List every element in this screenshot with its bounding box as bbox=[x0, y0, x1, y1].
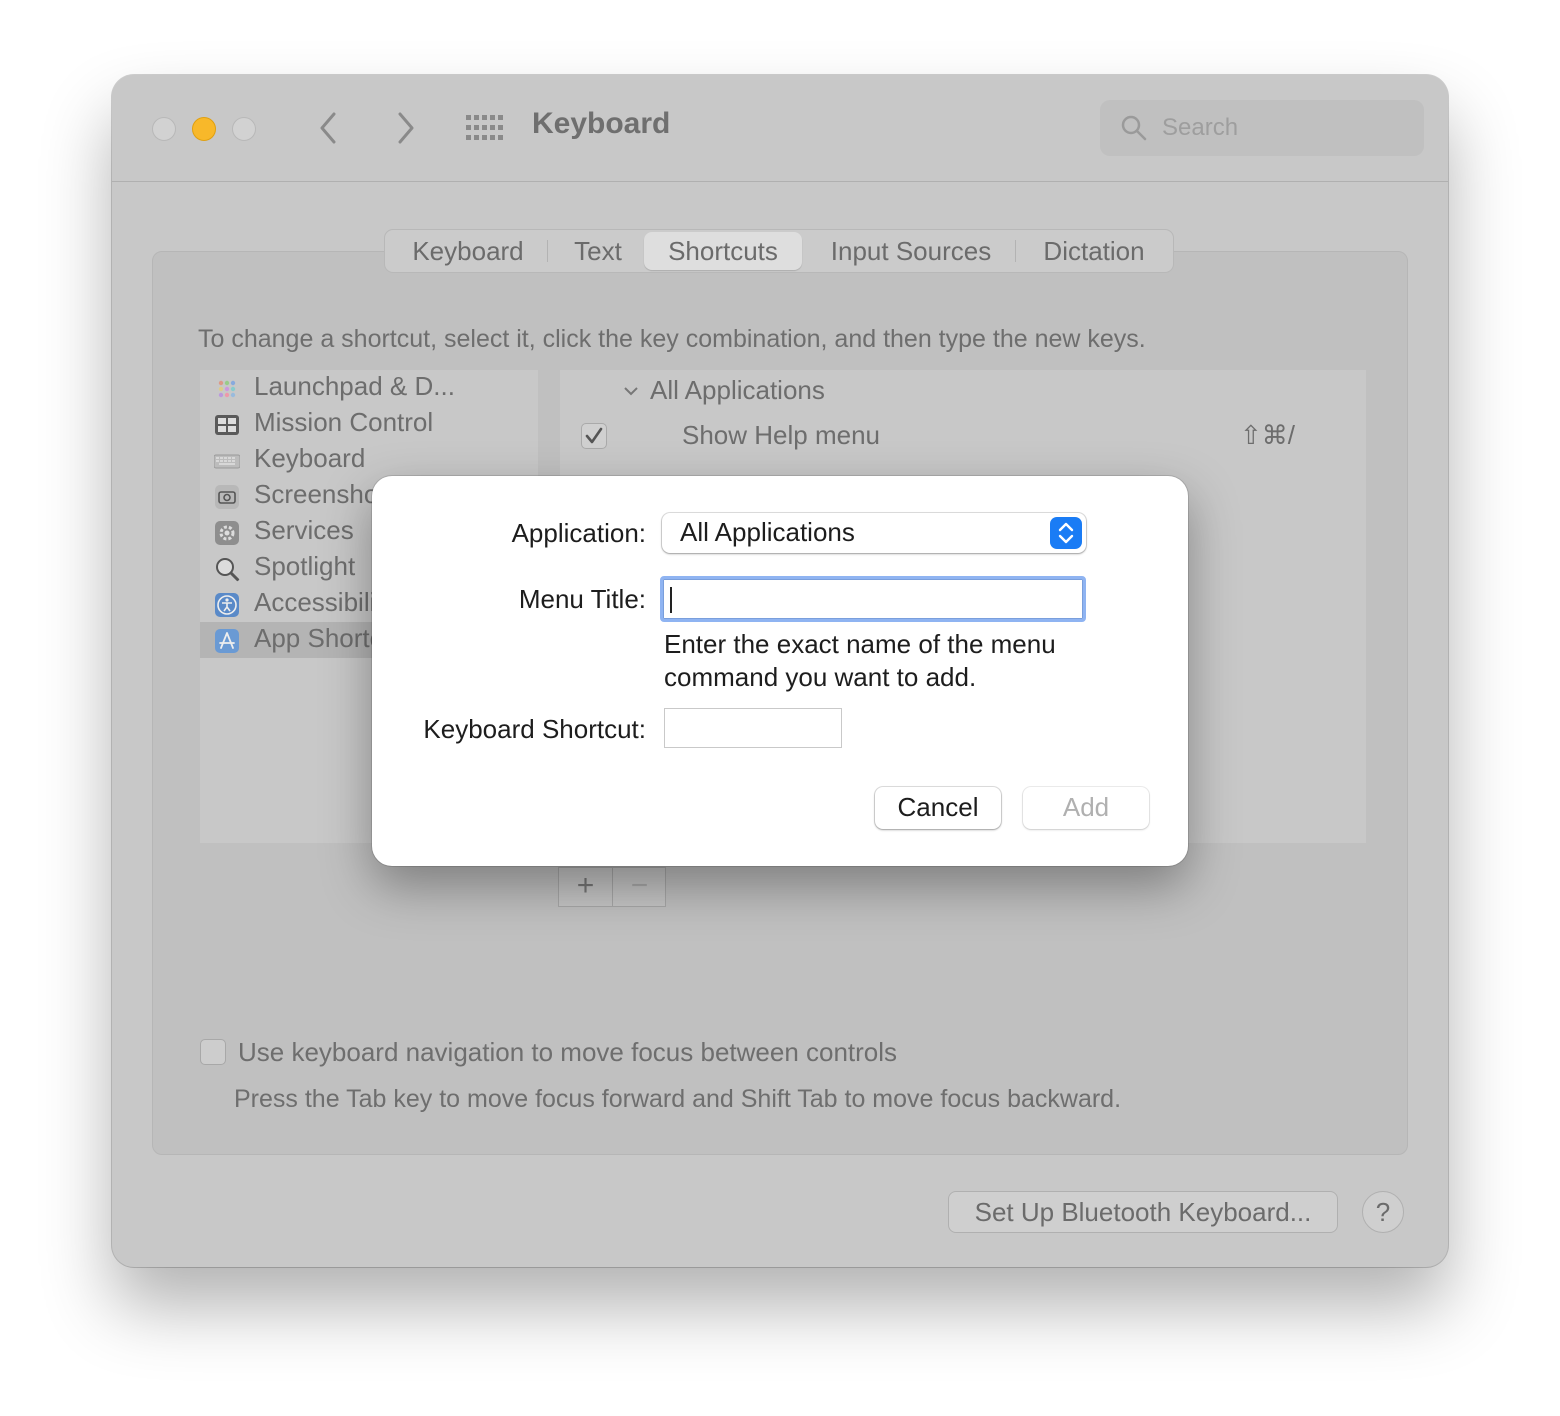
category-label: Keyboard bbox=[254, 443, 366, 473]
back-button[interactable] bbox=[310, 105, 350, 151]
shortcut-keys[interactable]: ⇧⌘/ bbox=[1240, 420, 1295, 451]
chevron-right-icon bbox=[398, 112, 414, 144]
chevron-left-icon bbox=[320, 112, 336, 144]
application-popup[interactable]: All Applications bbox=[662, 513, 1086, 553]
launchpad-icon bbox=[218, 380, 236, 398]
remove-shortcut-button[interactable]: − bbox=[613, 868, 666, 906]
menu-title-hint: Enter the exact name of the menu command… bbox=[664, 629, 1056, 692]
gear-icon bbox=[215, 521, 239, 545]
menu-title-field[interactable] bbox=[660, 576, 1086, 622]
tab-text[interactable]: Text bbox=[551, 230, 645, 272]
tab-divider bbox=[1015, 240, 1016, 262]
keyboard-navigation-checkbox[interactable] bbox=[200, 1039, 226, 1065]
title-bar: Keyboard Search bbox=[112, 75, 1448, 182]
category-label: Spotlight bbox=[254, 551, 356, 581]
group-label: All Applications bbox=[650, 375, 825, 405]
add-shortcut-button[interactable]: + bbox=[559, 868, 612, 906]
keyboard-navigation-label[interactable]: Use keyboard navigation to move focus be… bbox=[238, 1037, 897, 1068]
keyboard-icon bbox=[214, 454, 240, 469]
tab-input-sources[interactable]: Input Sources bbox=[813, 230, 1009, 272]
chevron-down-icon[interactable] bbox=[622, 384, 640, 398]
window-title: Keyboard bbox=[532, 107, 671, 140]
app-store-icon bbox=[215, 629, 239, 653]
shortcut-row-label[interactable]: Show Help menu bbox=[682, 420, 880, 451]
application-popup-value: All Applications bbox=[680, 517, 855, 547]
screenshot-icon bbox=[215, 485, 239, 509]
category-launchpad[interactable]: Launchpad & D... bbox=[200, 370, 538, 406]
tab-keyboard[interactable]: Keyboard bbox=[391, 230, 545, 272]
keyboard-navigation-help: Press the Tab key to move focus forward … bbox=[234, 1085, 1122, 1113]
keyboard-shortcut-label: Keyboard Shortcut: bbox=[423, 714, 646, 744]
minimize-button[interactable] bbox=[192, 117, 216, 141]
category-label: Launchpad & D... bbox=[254, 371, 455, 401]
forward-button[interactable] bbox=[384, 105, 424, 151]
tab-bar: Keyboard Text Shortcuts Input Sources Di… bbox=[384, 229, 1174, 273]
tab-divider bbox=[547, 240, 548, 262]
add-button[interactable]: Add bbox=[1023, 787, 1149, 829]
search-field[interactable]: Search bbox=[1100, 100, 1424, 156]
category-label: Services bbox=[254, 515, 354, 545]
zoom-button[interactable] bbox=[232, 117, 256, 141]
accessibility-icon bbox=[215, 593, 239, 617]
show-all-grid-icon[interactable] bbox=[464, 113, 504, 143]
text-caret bbox=[670, 587, 672, 613]
tab-dictation[interactable]: Dictation bbox=[1021, 230, 1167, 272]
category-mission-control[interactable]: Mission Control bbox=[200, 406, 538, 442]
set-up-bluetooth-keyboard-button[interactable]: Set Up Bluetooth Keyboard... bbox=[948, 1191, 1338, 1233]
search-icon bbox=[1121, 115, 1147, 141]
add-remove-control: + − bbox=[558, 867, 666, 907]
close-button[interactable] bbox=[152, 117, 176, 141]
mission-control-icon bbox=[215, 415, 239, 435]
menu-title-input[interactable] bbox=[669, 583, 1073, 617]
tab-shortcuts[interactable]: Shortcuts bbox=[644, 232, 802, 270]
cancel-button[interactable]: Cancel bbox=[875, 787, 1001, 829]
menu-title-label: Menu Title: bbox=[518, 584, 646, 614]
search-placeholder: Search bbox=[1162, 114, 1239, 141]
add-shortcut-sheet: Application: All Applications Menu Title… bbox=[372, 476, 1188, 866]
keyboard-shortcut-field[interactable] bbox=[664, 708, 842, 748]
checkmark-icon bbox=[585, 427, 603, 444]
up-down-arrows-icon bbox=[1058, 522, 1074, 544]
show-help-menu-checkbox[interactable] bbox=[581, 423, 607, 449]
instructions-text: To change a shortcut, select it, click t… bbox=[198, 325, 1146, 353]
popup-stepper bbox=[1050, 517, 1082, 549]
help-button[interactable]: ? bbox=[1362, 1191, 1404, 1233]
application-label: Application: bbox=[511, 518, 646, 548]
category-label: Mission Control bbox=[254, 407, 434, 437]
category-keyboard[interactable]: Keyboard bbox=[200, 442, 538, 478]
magnifier-icon bbox=[216, 558, 240, 582]
